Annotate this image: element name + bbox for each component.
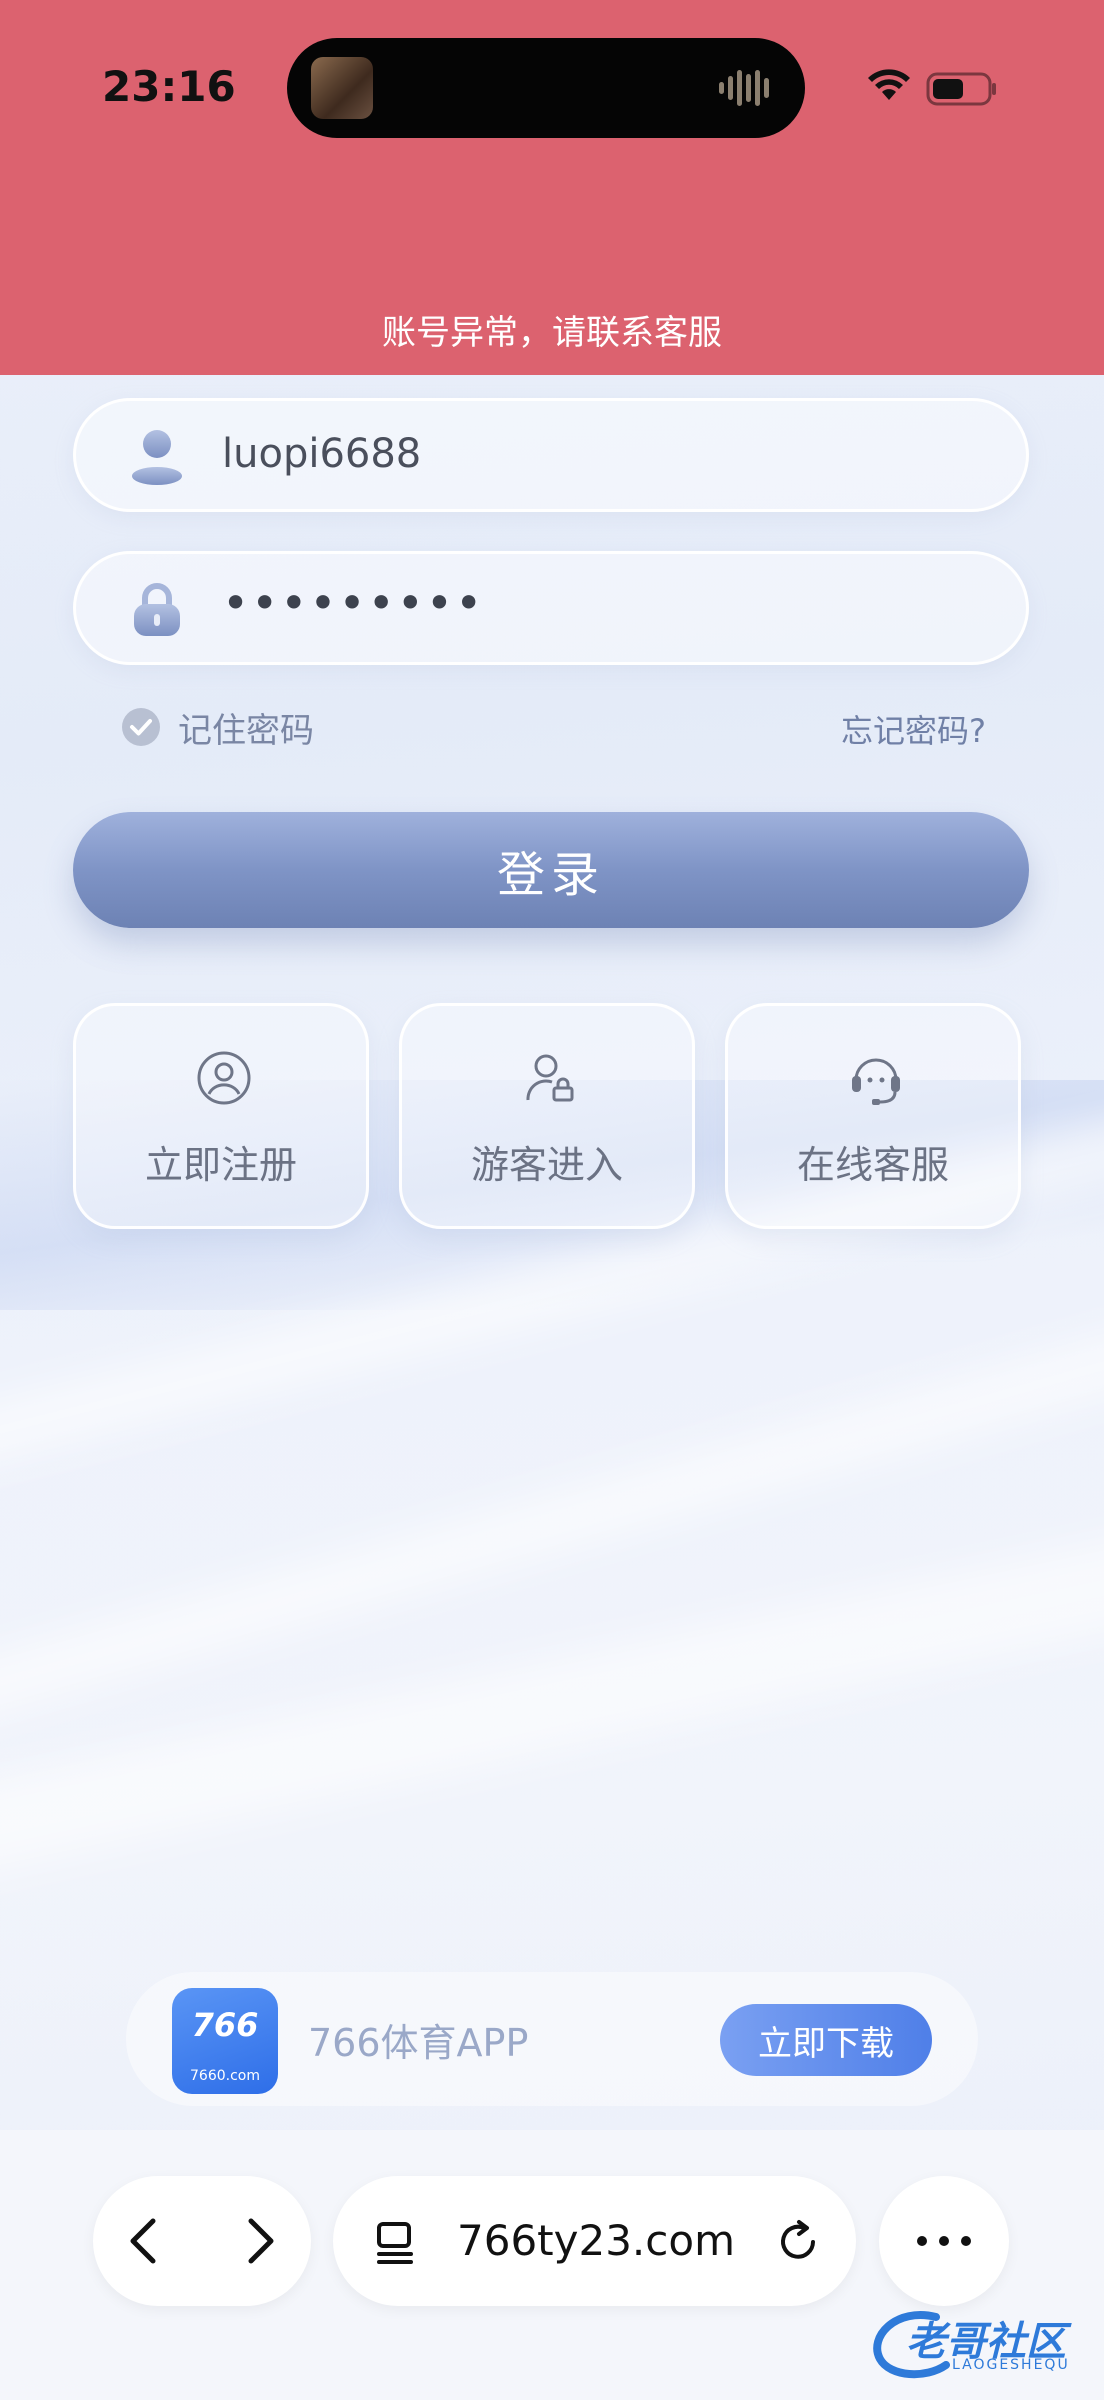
- watermark-logo: 老哥社区 LAOGESHEQU: [866, 2303, 1096, 2385]
- url-text: 766ty23.com: [457, 2216, 735, 2265]
- app-promo-text: 766体育APP: [308, 2021, 529, 2065]
- headset-icon: [852, 1058, 900, 1105]
- reload-icon[interactable]: [773, 2216, 823, 2266]
- forgot-password-link[interactable]: 忘记密码?: [841, 706, 986, 752]
- register-label: 立即注册: [144, 1143, 297, 1187]
- app-download-banner: 766 7660.com 766体育APP 立即下载: [126, 1972, 978, 2106]
- online-support-button[interactable]: 在线客服: [725, 1003, 1021, 1229]
- dynamic-island[interactable]: [287, 38, 805, 138]
- login-button[interactable]: 登录: [73, 812, 1029, 928]
- online-support-label: 在线客服: [796, 1143, 949, 1187]
- checkbox-checked-icon[interactable]: [120, 706, 162, 748]
- app-logo[interactable]: 766 7660.com: [172, 1988, 278, 2094]
- audio-wave-icon: [719, 70, 769, 106]
- user-circle-icon: [197, 1051, 251, 1105]
- app-logo-domain: 7660.com: [190, 2068, 260, 2084]
- error-banner: 23:16 账号异常，请联系客服: [0, 0, 1104, 375]
- download-button[interactable]: 立即下载: [720, 2004, 932, 2076]
- more-icon: [917, 2236, 971, 2246]
- username-field[interactable]: luopi6688: [73, 398, 1029, 512]
- password-field[interactable]: •••••••••: [73, 551, 1029, 665]
- wifi-icon: [868, 69, 910, 100]
- register-button[interactable]: 立即注册: [73, 1003, 369, 1229]
- address-bar[interactable]: 766ty23.com: [333, 2176, 856, 2306]
- forward-icon[interactable]: [229, 2211, 289, 2271]
- back-icon[interactable]: [115, 2211, 175, 2271]
- guest-entry-button[interactable]: 游客进入: [399, 1003, 695, 1229]
- status-time: 23:16: [102, 62, 236, 111]
- now-playing-thumbnail: [311, 57, 373, 119]
- password-value: •••••••••: [222, 576, 485, 630]
- more-button[interactable]: [879, 2176, 1009, 2306]
- guest-icon: [526, 1054, 574, 1102]
- navigation-controls: [93, 2176, 311, 2306]
- remember-password[interactable]: 记住密码: [120, 702, 314, 752]
- remember-label: 记住密码: [178, 710, 314, 751]
- battery-icon: [926, 72, 996, 106]
- page-menu-icon[interactable]: [371, 2218, 419, 2266]
- background-streak: [0, 1505, 1104, 1885]
- app-logo-text: 766: [191, 2006, 259, 2044]
- username-value: luopi6688: [222, 431, 422, 477]
- guest-entry-label: 游客进入: [470, 1143, 623, 1187]
- watermark-subtext: LAOGESHEQU: [952, 2357, 1070, 2373]
- user-icon: [132, 430, 182, 485]
- banner-message: 账号异常，请联系客服: [382, 313, 722, 353]
- lock-icon: [134, 583, 180, 636]
